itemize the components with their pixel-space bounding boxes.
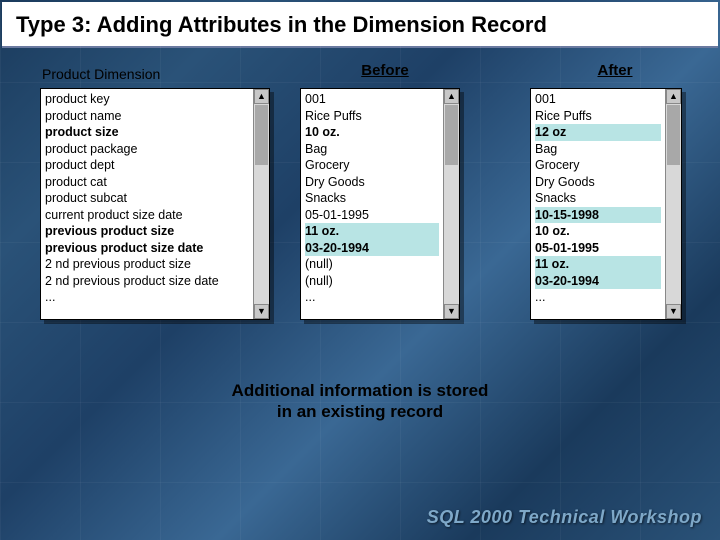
slide-title: Type 3: Adding Attributes in the Dimensi…	[16, 12, 704, 38]
list-row: 001	[305, 91, 439, 108]
list-row: previous product size date	[45, 240, 249, 257]
scroll-up-icon[interactable]: ▲	[444, 89, 459, 104]
before-list: 001Rice Puffs10 oz.BagGroceryDry GoodsSn…	[301, 89, 443, 319]
list-row: 001	[535, 91, 661, 108]
list-row: 05-01-1995	[305, 207, 439, 224]
after-header: After	[540, 62, 690, 79]
list-row: 10-15-1998	[535, 207, 661, 224]
list-row: 05-01-1995	[535, 240, 661, 257]
list-row: product subcat	[45, 190, 249, 207]
list-row: ...	[305, 289, 439, 306]
before-header: Before	[310, 62, 460, 79]
scroll-thumb[interactable]	[445, 105, 458, 165]
list-row: 03-20-1994	[535, 273, 661, 290]
list-row: 10 oz.	[535, 223, 661, 240]
list-row: Rice Puffs	[305, 108, 439, 125]
list-row: product name	[45, 108, 249, 125]
list-row: 2 nd previous product size	[45, 256, 249, 273]
list-row: Rice Puffs	[535, 108, 661, 125]
list-row: product cat	[45, 174, 249, 191]
list-row: product dept	[45, 157, 249, 174]
title-bar: Type 3: Adding Attributes in the Dimensi…	[2, 2, 718, 48]
list-row: 11 oz.	[305, 223, 439, 240]
list-row: 03-20-1994	[305, 240, 439, 257]
caption-line-1: Additional information is stored	[232, 381, 489, 400]
scroll-down-icon[interactable]: ▼	[254, 304, 269, 319]
list-row: Dry Goods	[535, 174, 661, 191]
list-row: 12 oz	[535, 124, 661, 141]
scroll-up-icon[interactable]: ▲	[666, 89, 681, 104]
list-row: product package	[45, 141, 249, 158]
caption-line-2: in an existing record	[277, 402, 443, 421]
list-row: (null)	[305, 256, 439, 273]
before-panel: 001Rice Puffs10 oz.BagGroceryDry GoodsSn…	[300, 88, 460, 320]
list-row: ...	[535, 289, 661, 306]
list-row: Snacks	[535, 190, 661, 207]
dimension-label: Product Dimension	[42, 66, 160, 82]
scroll-down-icon[interactable]: ▼	[666, 304, 681, 319]
list-row: Grocery	[535, 157, 661, 174]
list-row: Bag	[535, 141, 661, 158]
after-list: 001Rice Puffs12 ozBagGroceryDry GoodsSna…	[531, 89, 665, 319]
list-row: Dry Goods	[305, 174, 439, 191]
list-row: product size	[45, 124, 249, 141]
list-row: Bag	[305, 141, 439, 158]
footer-logo: SQL 2000 Technical Workshop	[427, 507, 702, 528]
list-row: Snacks	[305, 190, 439, 207]
scroll-thumb[interactable]	[667, 105, 680, 165]
fields-list: product keyproduct nameproduct sizeprodu…	[41, 89, 253, 319]
caption: Additional information is stored in an e…	[0, 380, 720, 423]
after-panel: 001Rice Puffs12 ozBagGroceryDry GoodsSna…	[530, 88, 682, 320]
content-area: Product Dimension Before After product k…	[0, 48, 720, 388]
list-row: 10 oz.	[305, 124, 439, 141]
list-row: ...	[45, 289, 249, 306]
list-row: 11 oz.	[535, 256, 661, 273]
fields-panel: product keyproduct nameproduct sizeprodu…	[40, 88, 270, 320]
list-row: current product size date	[45, 207, 249, 224]
list-row: previous product size	[45, 223, 249, 240]
scroll-thumb[interactable]	[255, 105, 268, 165]
scroll-up-icon[interactable]: ▲	[254, 89, 269, 104]
scrollbar[interactable]: ▲ ▼	[665, 89, 681, 319]
list-row: product key	[45, 91, 249, 108]
scroll-down-icon[interactable]: ▼	[444, 304, 459, 319]
list-row: Grocery	[305, 157, 439, 174]
list-row: (null)	[305, 273, 439, 290]
list-row: 2 nd previous product size date	[45, 273, 249, 290]
scrollbar[interactable]: ▲ ▼	[443, 89, 459, 319]
scrollbar[interactable]: ▲ ▼	[253, 89, 269, 319]
